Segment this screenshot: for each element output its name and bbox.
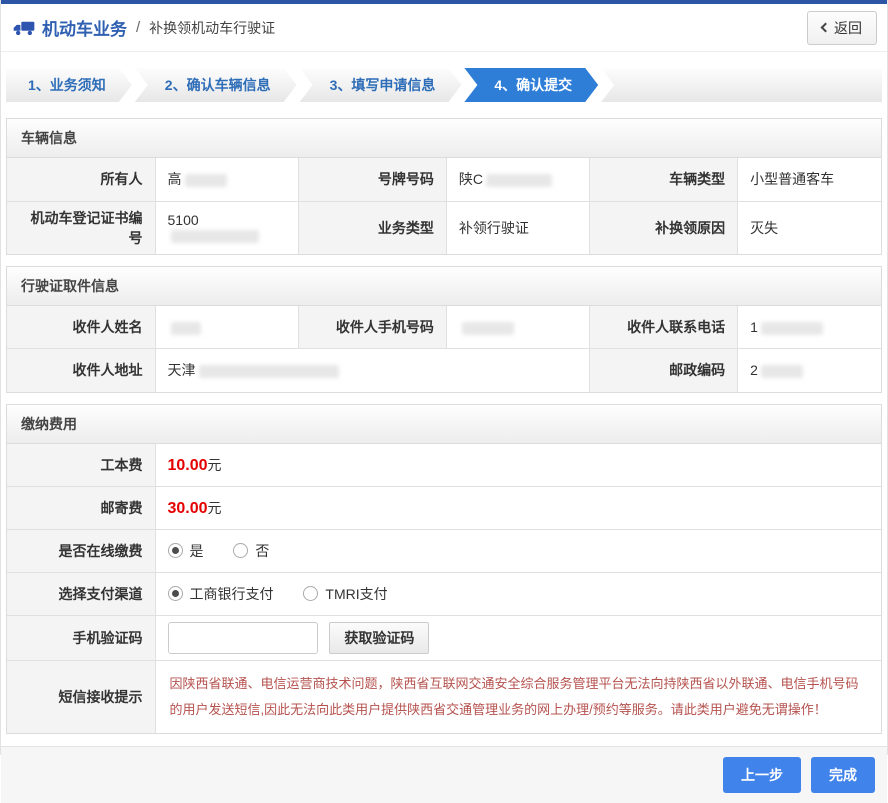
get-sms-code-button[interactable]: 获取验证码 [329,622,429,654]
recipient-phone-value: 1 [738,306,881,349]
online-payment-label: 是否在线缴费 [7,530,155,573]
table-row: 选择支付渠道 工商银行支付 TMRI支付 [7,573,881,616]
postage-fee-label: 邮寄费 [7,487,155,530]
step-wizard: 1、业务须知 2、确认车辆信息 3、填写申请信息 4、确认提交 [6,68,882,102]
page-header: 机动车业务 / 补换领机动车行驶证 返回 [1,4,887,52]
radio-option-label: 工商银行支付 [190,584,274,604]
radio-option-no[interactable]: 否 [233,541,269,561]
redacted-value [761,322,823,335]
table-row: 工本费 10.00元 [7,444,881,487]
step-3-fill-application: 3、填写申请信息 [300,68,462,102]
breadcrumb-separator: / [136,19,140,36]
sms-notice-label: 短信接收提示 [7,661,155,734]
recipient-name-label: 收件人姓名 [7,306,155,349]
radio-unselected-icon[interactable] [233,543,248,558]
back-button-label: 返回 [834,18,862,38]
recipient-address-value: 天津 [155,349,590,392]
radio-selected-icon[interactable] [168,543,183,558]
fee-unit: 元 [208,500,222,516]
radio-selected-icon[interactable] [168,586,183,601]
table-row: 手机验证码 获取验证码 [7,616,881,661]
registration-cert-number-label: 机动车登记证书编号 [7,201,155,254]
radio-option-label: 是 [190,541,204,561]
redacted-value [171,322,201,335]
chevron-left-icon [821,23,831,33]
main-content: 车辆信息 所有人 高 号牌号码 陕C 车辆类型 小型普通客车 机动车登记证书编号… [6,118,882,734]
previous-step-button[interactable]: 上一步 [723,757,801,793]
sms-code-field-area: 获取验证码 [155,616,881,661]
breadcrumb: 机动车业务 / 补换领机动车行驶证 [13,15,275,40]
vehicle-section-title: 车辆信息 [7,119,881,158]
vehicle-type-label: 车辆类型 [590,158,738,201]
redacted-value [486,174,552,187]
recipient-name-value [155,306,298,349]
delivery-info-section: 行驶证取件信息 收件人姓名 收件人手机号码 收件人联系电话 1 收件人地址 天津… [6,266,882,393]
fee-unit: 元 [208,457,222,473]
sms-code-label: 手机验证码 [7,616,155,661]
plate-number-label: 号牌号码 [298,158,446,201]
page-title: 机动车业务 [42,15,127,40]
step-bar-filler [601,68,882,102]
recipient-mobile-value [446,306,589,349]
redacted-value [761,365,803,378]
delivery-info-table: 收件人姓名 收件人手机号码 收件人联系电话 1 收件人地址 天津 邮政编码 2 [7,306,881,392]
back-button[interactable]: 返回 [807,11,877,45]
sms-notice-text: 因陕西省联通、电信运营商技术问题，陕西省互联网交通安全综合服务管理平台无法向持陕… [170,671,868,723]
finish-button[interactable]: 完成 [811,757,875,793]
page: 机动车业务 / 补换领机动车行驶证 返回 1、业务须知 2、确认车辆信息 3、填… [0,0,888,755]
delivery-section-title: 行驶证取件信息 [7,267,881,306]
owner-label: 所有人 [7,158,155,201]
online-payment-options: 是 否 [155,530,881,573]
table-row: 短信接收提示 因陕西省联通、电信运营商技术问题，陕西省互联网交通安全综合服务管理… [7,661,881,734]
radio-option-yes[interactable]: 是 [168,541,204,561]
vehicle-info-table: 所有人 高 号牌号码 陕C 车辆类型 小型普通客车 机动车登记证书编号 5100… [7,158,881,254]
table-row: 是否在线缴费 是 否 [7,530,881,573]
table-row: 收件人地址 天津 邮政编码 2 [7,349,881,392]
postal-code-value: 2 [738,349,881,392]
production-fee-value: 10.00元 [155,444,881,487]
business-type-value: 补领行驶证 [446,201,589,254]
payment-section: 缴纳费用 工本费 10.00元 邮寄费 30.00元 是否在线缴费 [6,404,882,735]
payment-section-title: 缴纳费用 [7,405,881,444]
payment-channel-label: 选择支付渠道 [7,573,155,616]
registration-cert-number-value: 5100 [155,201,298,254]
redacted-value [171,230,259,243]
plate-number-value: 陕C [446,158,589,201]
table-row: 所有人 高 号牌号码 陕C 车辆类型 小型普通客车 [7,158,881,201]
radio-unselected-icon[interactable] [303,586,318,601]
owner-value: 高 [155,158,298,201]
vehicle-info-section: 车辆信息 所有人 高 号牌号码 陕C 车辆类型 小型普通客车 机动车登记证书编号… [6,118,882,255]
radio-option-tmri[interactable]: TMRI支付 [303,584,387,604]
postage-fee-amount: 30.00 [168,500,208,517]
sms-notice-cell: 因陕西省联通、电信运营商技术问题，陕西省互联网交通安全综合服务管理平台无法向持陕… [155,661,881,734]
redacted-value [185,174,227,187]
recipient-address-label: 收件人地址 [7,349,155,392]
truck-icon [13,19,35,37]
payment-channel-options: 工商银行支付 TMRI支付 [155,573,881,616]
radio-option-label: TMRI支付 [325,584,387,604]
replacement-reason-value: 灭失 [738,201,881,254]
radio-option-icbc[interactable]: 工商银行支付 [168,584,274,604]
step-4-confirm-submit: 4、确认提交 [464,68,598,102]
table-row: 收件人姓名 收件人手机号码 收件人联系电话 1 [7,306,881,349]
step-1-notice: 1、业务须知 [6,68,132,102]
sms-code-input[interactable] [168,622,318,654]
business-type-label: 业务类型 [298,201,446,254]
production-fee-label: 工本费 [7,444,155,487]
recipient-mobile-label: 收件人手机号码 [298,306,446,349]
replacement-reason-label: 补换领原因 [590,201,738,254]
table-row: 机动车登记证书编号 5100 业务类型 补领行驶证 补换领原因 灭失 [7,201,881,254]
vehicle-type-value: 小型普通客车 [738,158,881,201]
production-fee-amount: 10.00 [168,457,208,474]
radio-option-label: 否 [255,541,269,561]
step-2-confirm-vehicle: 2、确认车辆信息 [135,68,297,102]
postage-fee-value: 30.00元 [155,487,881,530]
postal-code-label: 邮政编码 [590,349,738,392]
recipient-phone-label: 收件人联系电话 [590,306,738,349]
redacted-value [462,322,514,335]
payment-table: 工本费 10.00元 邮寄费 30.00元 是否在线缴费 [7,444,881,734]
redacted-value [199,365,339,378]
table-row: 邮寄费 30.00元 [7,487,881,530]
page-subtitle: 补换领机动车行驶证 [149,18,275,38]
